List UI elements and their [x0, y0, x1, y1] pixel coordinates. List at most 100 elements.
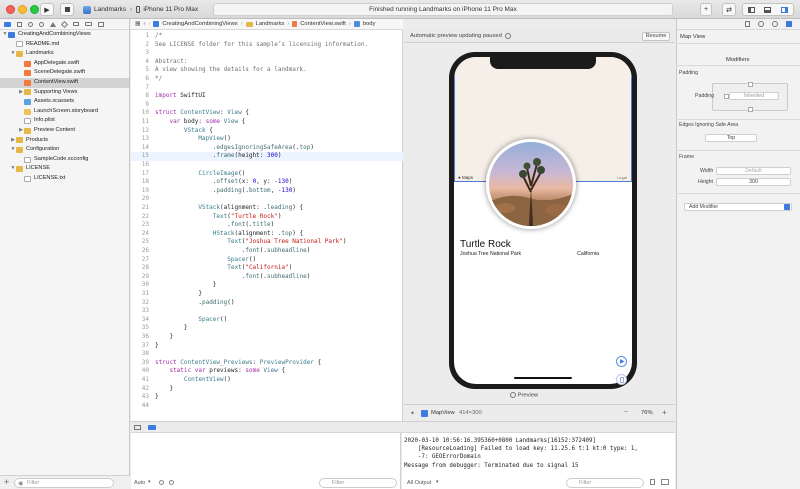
related-items-icon[interactable]: ▦ [135, 21, 140, 27]
inspect-preview-button[interactable] [616, 374, 627, 385]
code-line[interactable]: 43} [131, 393, 403, 402]
code-line[interactable]: 25 Text("Joshua Tree National Park") [131, 238, 403, 247]
add-file-icon[interactable]: + [4, 477, 9, 487]
file-tree-item[interactable]: Assets.xcassets [0, 97, 129, 107]
code-line[interactable]: 12 VStack { [131, 127, 403, 136]
code-line[interactable]: 18 .offset(x: 0, y: -130) [131, 178, 403, 187]
source-editor[interactable]: 1 /* 2 See LICENSE folder for this sample’s… [131, 30, 403, 421]
zoom-window-button[interactable] [30, 5, 39, 14]
output-select[interactable]: All Output [407, 480, 431, 486]
code-line[interactable]: 23 .font(.title) [131, 221, 403, 230]
code-line[interactable]: 7 [131, 84, 403, 93]
code-line[interactable]: 10 struct ContentView: View { [131, 109, 403, 118]
code-line[interactable]: 44 [131, 402, 403, 411]
navigator-filter-input[interactable]: ◉ Filter [14, 478, 114, 488]
edges-select[interactable]: Top [705, 134, 757, 142]
auto-select[interactable]: Auto [134, 480, 145, 486]
split-view-icon[interactable] [661, 479, 669, 485]
code-line[interactable]: 13 MapView() [131, 135, 403, 144]
file-tree-item[interactable]: Info.plist [0, 116, 129, 126]
file-tree-item[interactable]: AppDelegate.swift [0, 59, 129, 69]
code-line[interactable]: 27 Spacer() [131, 256, 403, 265]
file-tree-item[interactable]: SampleCode.xcconfig [0, 155, 129, 165]
trash-icon[interactable] [650, 479, 655, 485]
symbol-icon[interactable] [28, 21, 33, 27]
attributes-inspector-icon[interactable] [786, 21, 792, 27]
code-line[interactable]: 9 [131, 101, 403, 110]
zoom-level[interactable]: 76% [641, 410, 653, 416]
code-line[interactable]: 38 [131, 350, 403, 359]
file-tree-item[interactable]: ▼ Landmarks [0, 49, 129, 59]
file-tree-item[interactable]: ▶ Supporting Views [0, 88, 129, 98]
quicklook-icon[interactable] [169, 480, 174, 485]
console-filter-input[interactable]: Filter [566, 478, 644, 488]
breakpoints-toggle-icon[interactable] [148, 425, 156, 430]
back-icon[interactable]: ‹ [143, 21, 145, 27]
forward-icon[interactable]: › [148, 21, 150, 27]
code-line[interactable]: 5 A view showing the details for a landma… [131, 66, 403, 75]
padding-bottom-checkbox[interactable] [748, 107, 753, 112]
padding-top-checkbox[interactable] [748, 82, 753, 87]
minimize-window-button[interactable] [18, 5, 27, 14]
code-line[interactable]: 1 /* [131, 32, 403, 41]
history-icon[interactable] [758, 21, 764, 27]
file-tree-item[interactable]: ▼ CreatingAndCombiningViews [0, 30, 129, 40]
code-line[interactable]: 34 Spacer() [131, 316, 403, 325]
code-line[interactable]: 16 [131, 161, 403, 170]
code-line[interactable]: 37} [131, 342, 403, 351]
jumpbar-crumb-group[interactable]: Landmarks [256, 21, 285, 27]
code-line[interactable]: 4 Abstract: [131, 58, 403, 67]
zoom-in-button[interactable]: + [662, 408, 667, 417]
code-line[interactable]: 21 VStack(alignment: .leading) { [131, 204, 403, 213]
width-field[interactable]: Default [716, 167, 791, 175]
debug-icon[interactable] [73, 22, 79, 26]
zoom-out-button[interactable]: − [624, 409, 628, 416]
code-line[interactable]: 32 .padding() [131, 299, 403, 308]
code-line[interactable]: 42 } [131, 385, 403, 394]
code-line[interactable]: 15 .frame(height: 300) [131, 152, 403, 161]
info-icon[interactable] [505, 33, 511, 39]
code-line[interactable]: 6 */ [131, 75, 403, 84]
file-tree-item[interactable]: LICENSE.txt [0, 174, 129, 184]
console-view[interactable]: 2020-03-10 10:56:16.395360+0800 Landmark… [402, 433, 675, 489]
scheme-selector[interactable]: Landmarks › iPhone 11 Pro Max [83, 4, 198, 15]
folder-icon[interactable] [4, 21, 11, 27]
hide-debug-icon[interactable] [134, 425, 141, 430]
code-line[interactable]: 39 struct ContentView_Previews: PreviewPr… [131, 359, 403, 368]
layout-toggle-button[interactable] [742, 3, 794, 16]
file-tree-item[interactable]: README.md [0, 40, 129, 50]
file-inspector-icon[interactable] [745, 21, 750, 27]
resume-button[interactable]: Resume [642, 32, 670, 41]
code-line[interactable]: 11 var body: some View { [131, 118, 403, 127]
live-preview-button[interactable]: ▶ [616, 356, 627, 367]
pin-icon[interactable]: ✦ [410, 410, 415, 417]
code-line[interactable]: 41 ContentView() [131, 376, 403, 385]
breakpoint-icon[interactable] [85, 22, 92, 26]
help-icon[interactable] [772, 21, 778, 27]
code-line[interactable]: 20 [131, 195, 403, 204]
code-line[interactable]: 22 Text("Turtle Rock") [131, 213, 403, 222]
code-line[interactable]: 24 HStack(alignment: .top) { [131, 230, 403, 239]
close-window-button[interactable] [6, 5, 15, 14]
file-tree-item[interactable]: ▼ LICENSE [0, 164, 129, 174]
code-line[interactable]: 19 .padding(.bottom, -130) [131, 187, 403, 196]
code-line[interactable]: 29 .font(.subheadline) [131, 273, 403, 282]
code-line[interactable]: 17 CircleImage() [131, 170, 403, 179]
variables-filter-input[interactable]: Filter [319, 478, 397, 488]
code-line[interactable]: 31 } [131, 290, 403, 299]
jumpbar-crumb-project[interactable]: CreatingAndCombiningViews [162, 21, 237, 27]
issue-icon[interactable] [50, 21, 56, 27]
code-line[interactable]: 36 } [131, 333, 403, 342]
jumpbar-crumb-file[interactable]: ContentView.swift [300, 21, 346, 27]
jumpbar-crumb-symbol[interactable]: body [363, 21, 376, 27]
info-icon[interactable] [159, 480, 164, 485]
run-button[interactable]: ▶ [40, 3, 54, 16]
add-modifier-select[interactable]: Add Modifier [684, 203, 792, 211]
library-button[interactable]: + [700, 3, 712, 16]
file-tree-item[interactable]: ContentView.swift [0, 77, 129, 88]
code-line[interactable]: 40 static var previews: some View { [131, 367, 403, 376]
file-tree-item[interactable]: ▼ Configuration [0, 145, 129, 155]
code-line[interactable]: 33 [131, 307, 403, 316]
file-tree-item[interactable]: LaunchScreen.storyboard [0, 107, 129, 117]
legal-link[interactable]: Legal [617, 175, 627, 180]
